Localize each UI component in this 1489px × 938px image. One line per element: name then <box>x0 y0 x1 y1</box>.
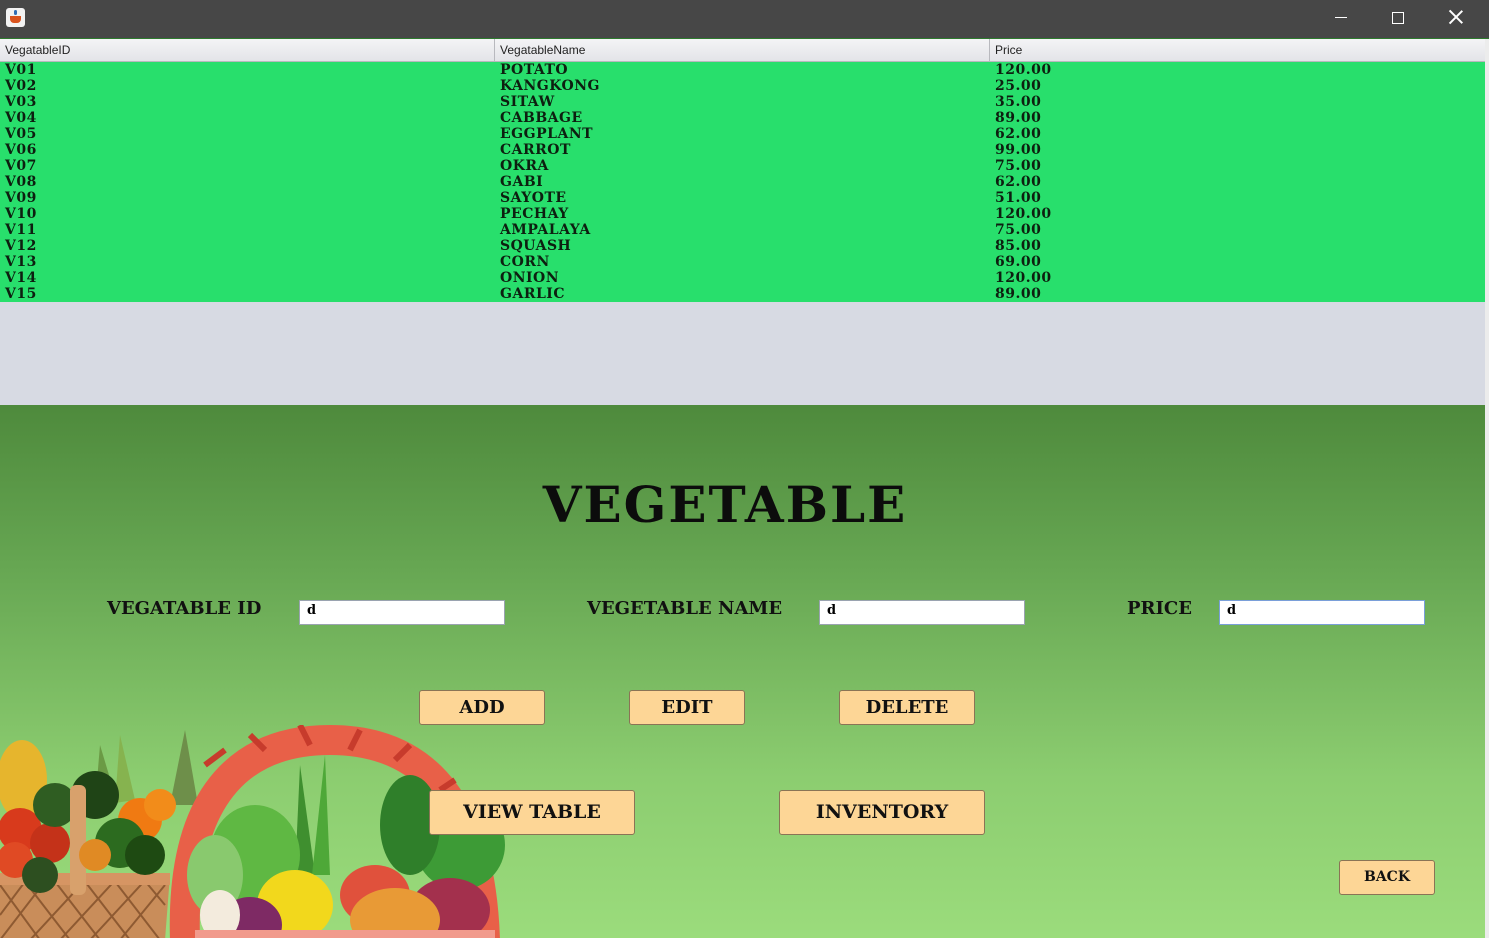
cell-id: V14 <box>5 270 37 286</box>
table-row[interactable]: V03 SITAW 35.00 <box>0 94 1485 110</box>
table-row[interactable]: V08 GABI 62.00 <box>0 174 1485 190</box>
column-header-price[interactable]: Price <box>990 39 1485 61</box>
minimize-icon <box>1335 17 1347 18</box>
cell-price: 25.00 <box>995 78 1042 94</box>
vegetable-id-label: VEGATABLE ID <box>107 598 262 619</box>
cell-name: AMPALAYA <box>500 222 591 238</box>
column-header-name[interactable]: VegatableName <box>495 39 990 61</box>
cell-price: 62.00 <box>995 174 1042 190</box>
table-row[interactable]: V14 ONION 120.00 <box>0 270 1485 286</box>
table-row[interactable]: V15 GARLIC 89.00 <box>0 286 1485 302</box>
cell-price: 99.00 <box>995 142 1042 158</box>
table-header: VegatableID VegatableName Price <box>0 39 1485 62</box>
cell-name: SITAW <box>500 94 555 110</box>
cell-id: V12 <box>5 238 37 254</box>
back-button[interactable]: BACK <box>1339 860 1435 895</box>
cell-name: EGGPLANT <box>500 126 594 142</box>
cell-name: CORN <box>500 254 550 270</box>
table-row[interactable]: V05 EGGPLANT 62.00 <box>0 126 1485 142</box>
vegetable-name-input[interactable]: d <box>819 600 1025 625</box>
page-title: VEGETABLE <box>542 475 908 534</box>
cell-id: V04 <box>5 110 37 126</box>
table-row[interactable]: V11 AMPALAYA 75.00 <box>0 222 1485 238</box>
delete-button[interactable]: DELETE <box>839 690 975 725</box>
cell-name: CABBAGE <box>500 110 583 126</box>
table-row[interactable]: V09 SAYOTE 51.00 <box>0 190 1485 206</box>
table-row[interactable]: V02 KANGKONG 25.00 <box>0 78 1485 94</box>
cell-id: V15 <box>5 286 37 302</box>
price-input[interactable]: d <box>1219 600 1425 625</box>
cell-id: V07 <box>5 158 37 174</box>
form-panel: VEGETABLE VEGATABLE ID d VEGETABLE NAME … <box>0 405 1485 938</box>
table-row[interactable]: V06 CARROT 99.00 <box>0 142 1485 158</box>
table-row[interactable]: V07 OKRA 75.00 <box>0 158 1485 174</box>
cell-price: 51.00 <box>995 190 1042 206</box>
inventory-button[interactable]: INVENTORY <box>779 790 985 835</box>
cell-name: OKRA <box>500 158 549 174</box>
edit-button[interactable]: EDIT <box>629 690 745 725</box>
java-app-icon <box>6 8 25 27</box>
cell-price: 89.00 <box>995 286 1042 302</box>
vegetable-table[interactable]: VegatableID VegatableName Price V01 POTAT… <box>0 39 1485 405</box>
table-row[interactable]: V01 POTATO 120.00 <box>0 62 1485 78</box>
cell-name: POTATO <box>500 62 569 78</box>
cell-id: V03 <box>5 94 37 110</box>
cell-price: 120.00 <box>995 206 1052 222</box>
table-row[interactable]: V04 CABBAGE 89.00 <box>0 110 1485 126</box>
column-header-id[interactable]: VegatableID <box>0 39 495 61</box>
close-icon <box>1449 10 1463 24</box>
cell-id: V01 <box>5 62 37 78</box>
window-right-edge <box>1485 39 1489 938</box>
cell-price: 75.00 <box>995 158 1042 174</box>
cell-name: GABI <box>500 174 544 190</box>
close-button[interactable] <box>1427 0 1485 36</box>
vegetable-name-label: VEGETABLE NAME <box>587 598 783 619</box>
table-row[interactable]: V10 PECHAY 120.00 <box>0 206 1485 222</box>
cell-name: ONION <box>500 270 560 286</box>
minimize-button[interactable] <box>1311 0 1369 36</box>
cell-price: 75.00 <box>995 222 1042 238</box>
cell-price: 120.00 <box>995 62 1052 78</box>
title-bar <box>0 0 1489 38</box>
cell-price: 89.00 <box>995 110 1042 126</box>
cell-id: V08 <box>5 174 37 190</box>
cell-id: V02 <box>5 78 37 94</box>
cell-id: V06 <box>5 142 37 158</box>
vegetable-id-input[interactable]: d <box>299 600 505 625</box>
cell-price: 62.00 <box>995 126 1042 142</box>
cell-name: PECHAY <box>500 206 569 222</box>
cell-id: V11 <box>5 222 37 238</box>
cell-name: KANGKONG <box>500 78 600 94</box>
cell-price: 35.00 <box>995 94 1042 110</box>
cell-name: GARLIC <box>500 286 565 302</box>
table-row[interactable]: V12 SQUASH 85.00 <box>0 238 1485 254</box>
view-table-button[interactable]: VIEW TABLE <box>429 790 635 835</box>
cell-name: SAYOTE <box>500 190 567 206</box>
price-label: PRICE <box>1127 598 1192 619</box>
cell-price: 120.00 <box>995 270 1052 286</box>
cell-name: SQUASH <box>500 238 572 254</box>
cell-name: CARROT <box>500 142 571 158</box>
cell-price: 69.00 <box>995 254 1042 270</box>
cell-id: V05 <box>5 126 37 142</box>
table-body: V01 POTATO 120.00 V02 KANGKONG 25.00 V03 SITAW 3… <box>0 62 1485 302</box>
maximize-icon <box>1392 12 1404 24</box>
cell-id: V13 <box>5 254 37 270</box>
maximize-button[interactable] <box>1369 0 1427 36</box>
cell-price: 85.00 <box>995 238 1042 254</box>
add-button[interactable]: ADD <box>419 690 545 725</box>
cell-id: V10 <box>5 206 37 222</box>
table-row[interactable]: V13 CORN 69.00 <box>0 254 1485 270</box>
cell-id: V09 <box>5 190 37 206</box>
